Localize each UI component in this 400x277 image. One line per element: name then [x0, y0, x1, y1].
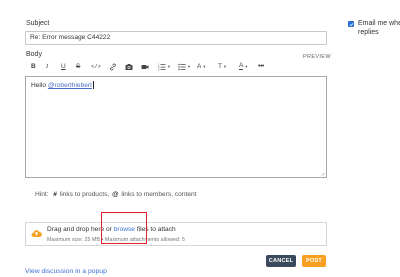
message-editor[interactable]: Hello @roberthiebert [25, 76, 327, 178]
code-button[interactable]: </> [91, 62, 101, 71]
italic-button[interactable]: I [46, 62, 48, 71]
highlight-annotation [101, 212, 147, 244]
ordered-list-icon[interactable]: 123 ▼ [158, 62, 171, 71]
text-color-button[interactable]: A ▼ [239, 62, 248, 71]
svg-text:3: 3 [158, 68, 160, 71]
body-label: Body [26, 51, 42, 58]
text-cursor [92, 81, 94, 89]
font-style-button[interactable]: A ▼ [197, 62, 206, 71]
hint-members: links to members, content [121, 191, 197, 198]
post-button[interactable]: POST [302, 255, 326, 267]
text-size-label: T [218, 63, 222, 70]
resize-handle-icon[interactable] [320, 171, 325, 176]
cloud-upload-icon [31, 230, 42, 237]
strikethrough-button[interactable]: S [76, 62, 80, 71]
font-style-label: A [197, 63, 202, 70]
greeting-text: Hello [31, 81, 48, 89]
more-options-button[interactable]: ••• [258, 62, 264, 71]
editor-toolbar: B I U S </> 123 ▼ ▼ A ▼ T ▼ A ▼ ••• [31, 62, 271, 71]
hint-prefix: Hint: [35, 191, 49, 198]
attachment-dropzone[interactable]: Drag and drop here or browse files to at… [25, 222, 327, 246]
checkmark-icon [349, 22, 353, 26]
at-symbol: @ [112, 191, 119, 198]
email-notify-label: Email me whe replies [358, 19, 400, 37]
hint-products: links to products, [59, 191, 110, 198]
hint-text: Hint: # links to products, @ links to me… [35, 191, 197, 198]
preview-button[interactable]: PREVIEW [303, 54, 331, 60]
text-size-button[interactable]: T ▼ [218, 62, 227, 71]
video-icon[interactable] [141, 62, 149, 71]
hash-symbol: # [53, 191, 57, 198]
view-in-popup-link[interactable]: View discussion in a popup [25, 268, 107, 275]
text-color-label: A [239, 62, 244, 70]
member-mention[interactable]: @roberthiebert [48, 82, 92, 89]
subject-label: Subject [26, 20, 50, 27]
link-icon[interactable] [109, 62, 117, 71]
editor-content: Hello @roberthiebert [31, 81, 94, 89]
cancel-button[interactable]: CANCEL [266, 255, 296, 267]
unordered-list-icon[interactable]: ▼ [178, 62, 191, 71]
camera-icon[interactable] [125, 62, 133, 71]
email-notify-line1: Email me whe [358, 20, 400, 27]
email-notify-checkbox[interactable] [348, 21, 354, 27]
bold-button[interactable]: B [31, 62, 36, 71]
subject-input[interactable]: Re: Error message C44222 [25, 31, 327, 45]
underline-button[interactable]: U [61, 62, 66, 71]
email-notify-line2: replies [358, 29, 379, 36]
